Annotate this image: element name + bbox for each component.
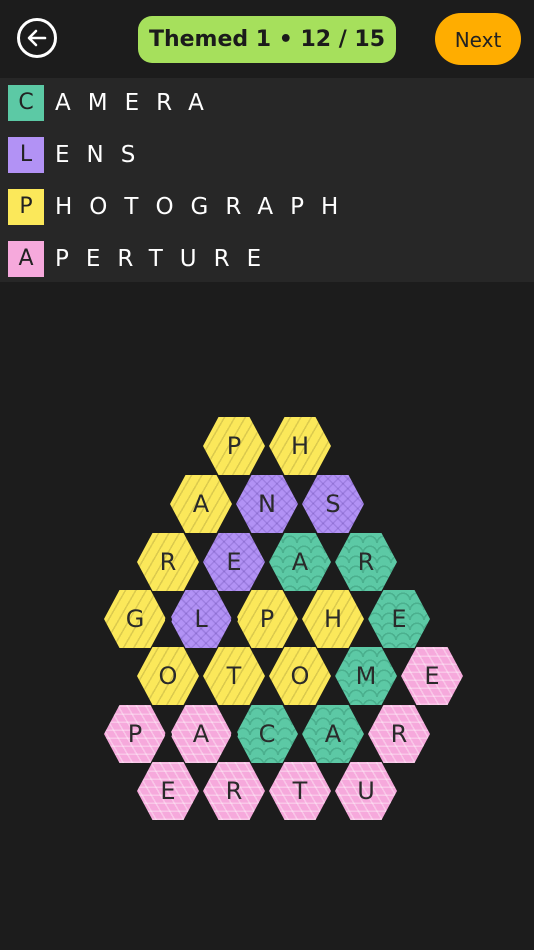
hex-tile[interactable]: R [368,705,430,763]
hex-tile[interactable]: E [203,533,265,591]
hex-tile[interactable]: P [104,705,166,763]
hex-tile[interactable]: T [269,762,331,820]
hex-tile[interactable]: C [236,705,298,763]
path-connector-dot [164,615,172,623]
path-connector-dot [230,615,238,623]
hex-tile[interactable]: P [203,417,265,475]
hex-tile[interactable]: M [335,647,397,705]
hex-tile[interactable]: N [236,475,298,533]
hex-tile[interactable]: R [335,533,397,591]
hex-board: PHANSREARGLPHEOTOMEPACARERTU [0,0,534,950]
hex-tile[interactable]: E [137,762,199,820]
hex-tile[interactable]: U [335,762,397,820]
hex-tile[interactable]: P [236,590,298,648]
hex-tile[interactable]: S [302,475,364,533]
hex-tile[interactable]: A [302,705,364,763]
hex-tile[interactable]: E [401,647,463,705]
hex-tile[interactable]: O [137,647,199,705]
hex-tile[interactable]: H [302,590,364,648]
path-connector-dot [230,730,238,738]
hex-tile[interactable]: A [170,475,232,533]
hex-tile[interactable]: O [269,647,331,705]
hex-tile[interactable]: T [203,647,265,705]
hex-tile[interactable]: R [137,533,199,591]
hex-tile[interactable]: R [203,762,265,820]
path-connector-dot [164,730,172,738]
hex-tile[interactable]: H [269,417,331,475]
hex-tile[interactable]: A [170,705,232,763]
hex-tile[interactable]: L [170,590,232,648]
hex-tile[interactable]: E [368,590,430,648]
hex-tile[interactable]: A [269,533,331,591]
hex-tile[interactable]: G [104,590,166,648]
